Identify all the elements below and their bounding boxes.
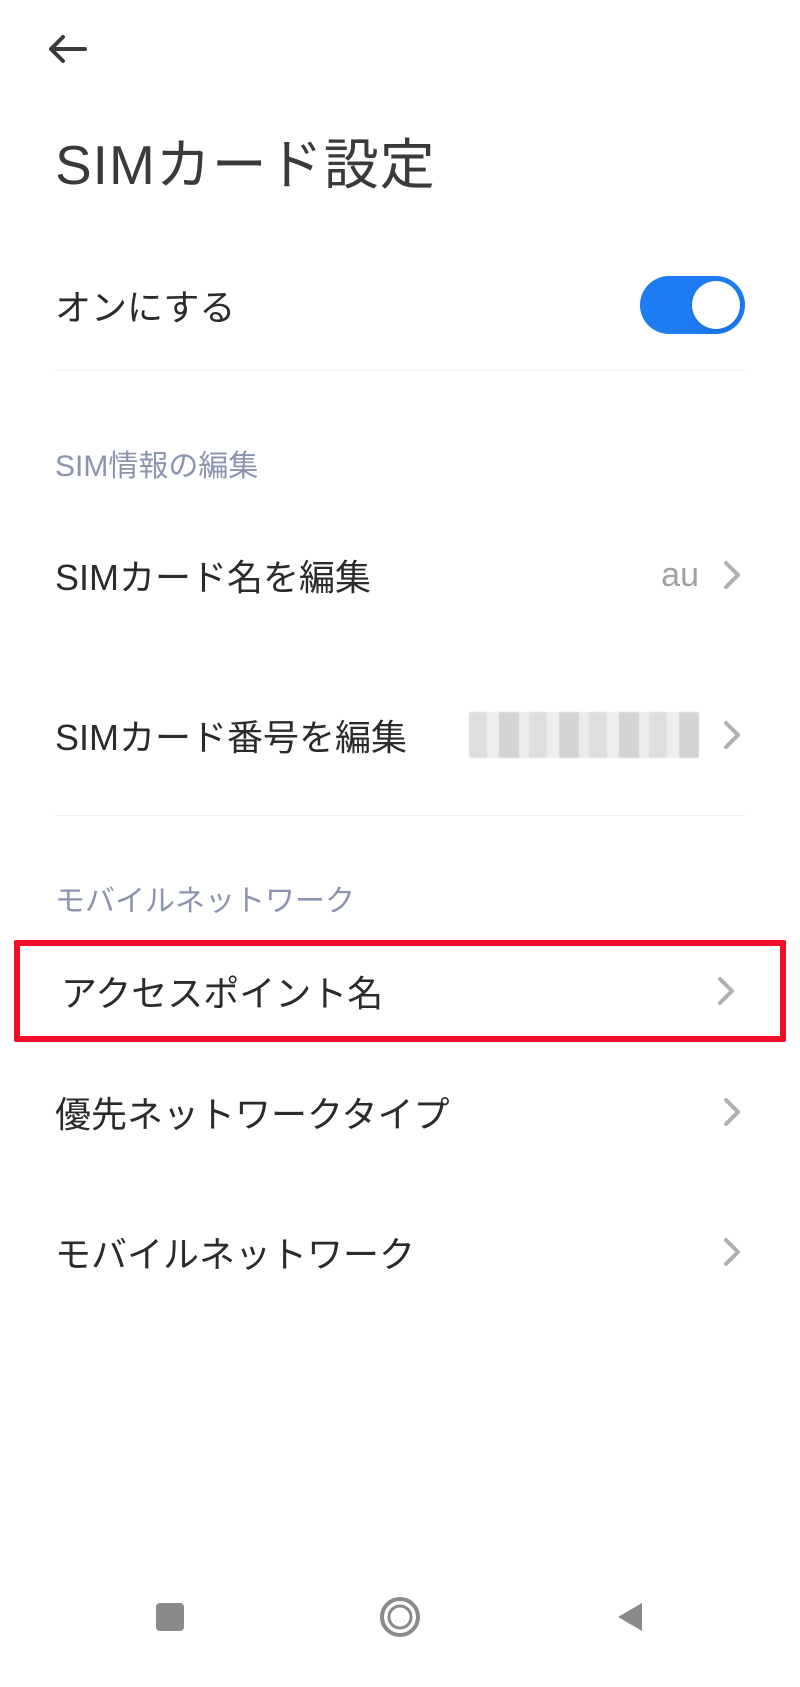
navigation-bar <box>0 1547 800 1687</box>
square-icon <box>153 1600 187 1634</box>
enable-toggle[interactable] <box>640 276 745 334</box>
row-right <box>719 1099 745 1125</box>
circle-icon <box>378 1595 422 1639</box>
edit-sim-number-value-redacted <box>469 712 699 758</box>
preferred-network-label: 優先ネットワークタイプ <box>55 1086 450 1138</box>
edit-sim-name-row[interactable]: SIMカード名を編集 au <box>0 495 800 655</box>
header-bar <box>0 0 800 80</box>
triangle-left-icon <box>612 1599 648 1635</box>
back-button[interactable] <box>40 22 94 76</box>
row-right <box>469 712 745 758</box>
toggle-knob <box>692 281 740 329</box>
apn-highlight-frame: アクセスポイント名 <box>14 940 786 1042</box>
apn-row[interactable]: アクセスポイント名 <box>20 946 780 1036</box>
enable-row: オンにする <box>0 240 800 370</box>
nav-back-button[interactable] <box>570 1587 690 1647</box>
enable-label: オンにする <box>55 279 235 331</box>
row-right: au <box>661 556 745 595</box>
page-title: SIMカード設定 <box>0 80 800 240</box>
nav-recent-button[interactable] <box>110 1587 230 1647</box>
edit-sim-number-label: SIMカード番号を編集 <box>55 709 407 761</box>
section-header-mobile-network: モバイルネットワーク <box>0 816 800 940</box>
mobile-network-row[interactable]: モバイルネットワーク <box>0 1182 800 1322</box>
chevron-right-icon <box>719 722 745 748</box>
row-right <box>713 978 739 1004</box>
chevron-right-icon <box>719 1099 745 1125</box>
section-header-sim-info: SIM情報の編集 <box>0 371 800 495</box>
apn-label: アクセスポイント名 <box>61 965 383 1017</box>
edit-sim-name-label: SIMカード名を編集 <box>55 549 371 601</box>
chevron-right-icon <box>719 1239 745 1265</box>
edit-sim-number-row[interactable]: SIMカード番号を編集 <box>0 655 800 815</box>
nav-home-button[interactable] <box>340 1587 460 1647</box>
mobile-network-label: モバイルネットワーク <box>55 1226 415 1278</box>
arrow-left-icon <box>43 25 91 73</box>
row-right <box>719 1239 745 1265</box>
edit-sim-name-value: au <box>661 556 699 595</box>
chevron-right-icon <box>713 978 739 1004</box>
chevron-right-icon <box>719 562 745 588</box>
preferred-network-row[interactable]: 優先ネットワークタイプ <box>0 1042 800 1182</box>
